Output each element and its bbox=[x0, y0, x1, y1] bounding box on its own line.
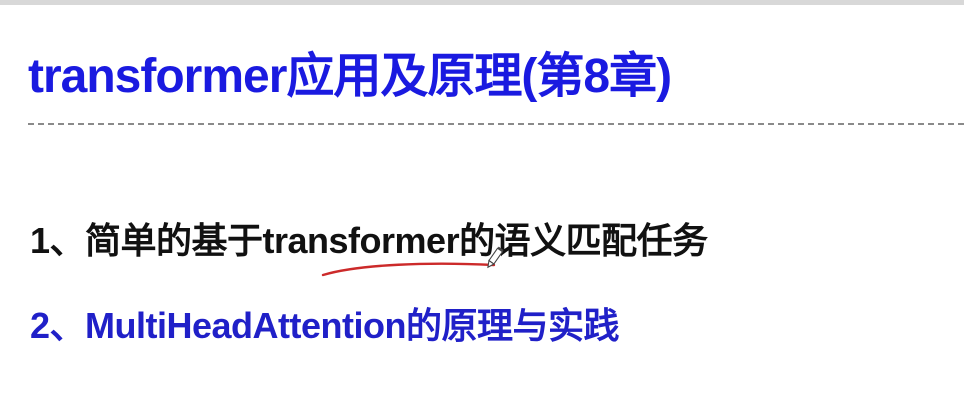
underline-annotation bbox=[321, 246, 504, 277]
slide: transformer应用及原理(第8章) 1、简单的基于transformer… bbox=[0, 0, 964, 415]
top-border bbox=[0, 0, 964, 5]
red-underline-stroke bbox=[321, 262, 496, 277]
list-item-2: 2、MultiHeadAttention的原理与实践 bbox=[30, 305, 619, 346]
slide-title: transformer应用及原理(第8章) bbox=[28, 50, 672, 103]
title-separator bbox=[28, 123, 964, 125]
